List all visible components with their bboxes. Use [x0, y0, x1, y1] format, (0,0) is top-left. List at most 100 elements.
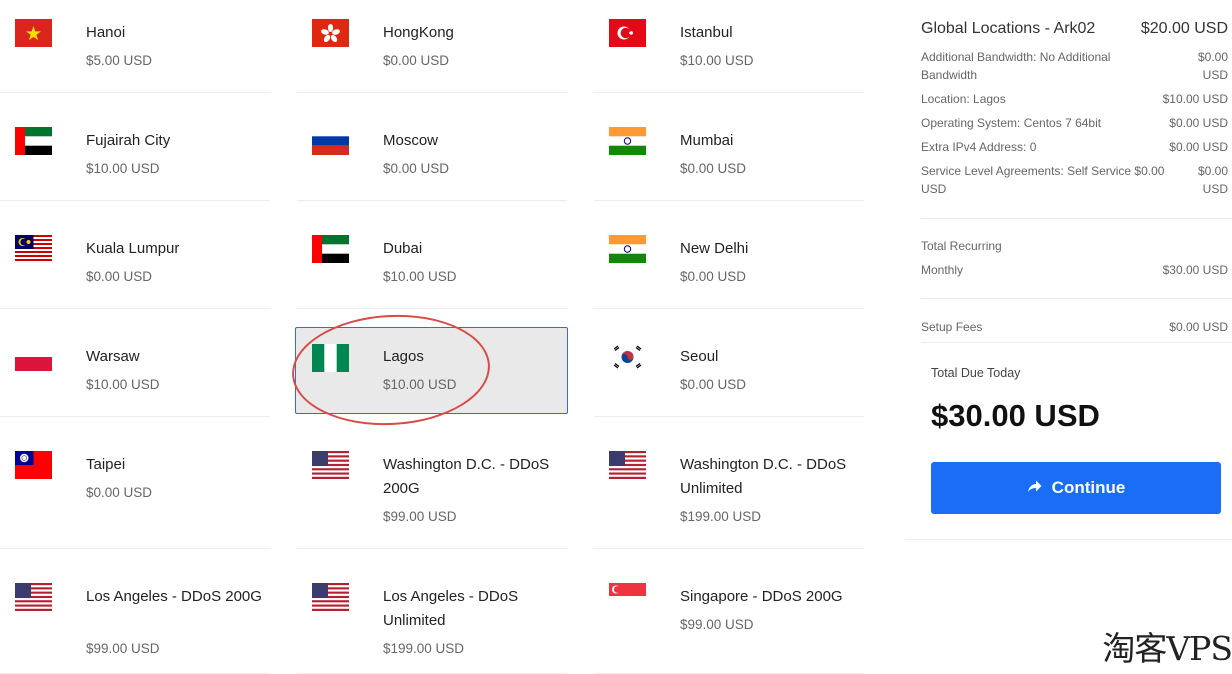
- divider: [921, 298, 1232, 299]
- location-price: $5.00 USD: [86, 53, 153, 68]
- location-card-new-delhi[interactable]: New Delhi $0.00 USD: [594, 216, 864, 309]
- location-name: Singapore - DDoS 200G: [680, 588, 843, 605]
- vietnam-flag-icon: [15, 19, 52, 47]
- location-name: Seoul: [680, 348, 719, 365]
- location-name: Mumbai: [680, 132, 734, 149]
- location-card-los-angeles-ddos-unlimited[interactable]: Los Angeles - DDoS Unlimited $199.00 USD: [297, 564, 567, 674]
- location-name: Istanbul: [680, 24, 733, 41]
- location-card-mumbai[interactable]: Mumbai $0.00 USD: [594, 108, 864, 201]
- location-card-hanoi[interactable]: Hanoi $5.00 USD: [0, 0, 270, 93]
- line-label: Operating System: Centos 7 64bit: [921, 116, 1102, 130]
- usa-flag-icon: [15, 583, 52, 611]
- line-amount: $0.00 USD: [1169, 116, 1228, 130]
- location-name: Warsaw: [86, 348, 140, 365]
- line-amount: $10.00 USD: [1162, 92, 1228, 106]
- singapore-flag-icon: [609, 583, 646, 599]
- line-label: Extra IPv4 Address: 0: [921, 140, 1037, 154]
- india-flag-icon: [609, 127, 646, 155]
- summary-line-bandwidth: Additional Bandwidth: No Additional Band…: [921, 48, 1228, 84]
- divider: [921, 218, 1232, 219]
- russia-flag-icon: [312, 127, 349, 155]
- usa-flag-icon: [312, 583, 349, 611]
- poland-flag-icon: [15, 343, 52, 371]
- location-price: $0.00 USD: [680, 269, 747, 284]
- location-card-moscow[interactable]: Moscow $0.00 USD: [297, 108, 567, 201]
- line-label: Service Level Agreements: Self Service $…: [921, 164, 1165, 196]
- location-price: $99.00 USD: [86, 641, 160, 656]
- divider: [906, 539, 1232, 540]
- arrow-right-icon: [1027, 478, 1042, 498]
- product-title: Global Locations - Ark02: [921, 20, 1096, 37]
- location-name: Kuala Lumpur: [86, 240, 180, 257]
- order-summary: Global Locations - Ark02 $20.00 USD Addi…: [906, 0, 1232, 540]
- hongkong-flag-icon: [312, 19, 349, 47]
- nigeria-flag-icon: [312, 344, 349, 372]
- location-price: $0.00 USD: [383, 161, 450, 176]
- location-name: Lagos: [383, 348, 424, 365]
- line-label: Location: Lagos: [921, 92, 1006, 106]
- location-name: Washington D.C. - DDoS Unlimited: [680, 456, 847, 497]
- location-card-taipei[interactable]: Taipei $0.00 USD: [0, 432, 270, 549]
- location-name: Dubai: [383, 240, 423, 257]
- location-card-warsaw[interactable]: Warsaw $10.00 USD: [0, 324, 270, 417]
- location-grid: Hanoi $5.00 USD HongKong $0.00 USD Istan…: [0, 0, 870, 674]
- location-price: $0.00 USD: [86, 485, 153, 500]
- location-name: New Delhi: [680, 240, 749, 257]
- watermark: 淘客VPS: [1102, 629, 1232, 668]
- summary-line-sla: Service Level Agreements: Self Service $…: [921, 162, 1228, 198]
- location-price: $0.00 USD: [680, 377, 747, 392]
- location-price: $10.00 USD: [86, 161, 160, 176]
- location-card-kuala-lumpur[interactable]: Kuala Lumpur $0.00 USD: [0, 216, 270, 309]
- india-flag-icon: [609, 235, 646, 263]
- line-label: Additional Bandwidth: No Additional Band…: [921, 50, 1111, 82]
- location-name: Los Angeles - DDoS 200G: [86, 588, 262, 605]
- recurring-amount: $30.00 USD: [1162, 263, 1228, 277]
- usa-flag-icon: [609, 451, 646, 479]
- location-price: $0.00 USD: [680, 161, 747, 176]
- location-card-seoul[interactable]: Seoul $0.00 USD: [594, 324, 864, 417]
- location-card-fujairah-city[interactable]: Fujairah City $10.00 USD: [0, 108, 270, 201]
- malaysia-flag-icon: [15, 235, 52, 263]
- location-card-los-angeles-ddos-200g[interactable]: Los Angeles - DDoS 200G $99.00 USD: [0, 564, 270, 674]
- product-base-price: $20.00 USD: [1140, 20, 1228, 37]
- setup-amount: $0.00 USD: [1169, 320, 1228, 334]
- location-price: $199.00 USD: [680, 509, 762, 524]
- total-due-amount: $30.00 USD: [931, 398, 1100, 433]
- location-price: $199.00 USD: [383, 641, 465, 656]
- location-card-istanbul[interactable]: Istanbul $10.00 USD: [594, 0, 864, 93]
- uae-flag-icon: [15, 127, 52, 155]
- location-price: $0.00 USD: [383, 53, 450, 68]
- location-card-washington-ddos-200g[interactable]: Washington D.C. - DDoS 200G $99.00 USD: [297, 432, 567, 549]
- location-price: $99.00 USD: [383, 509, 457, 524]
- taiwan-flag-icon: [15, 451, 52, 479]
- recurring-period: Monthly: [921, 263, 964, 277]
- line-amount: $0.00 USD: [1197, 50, 1228, 82]
- location-card-singapore-ddos-200g[interactable]: Singapore - DDoS 200G $99.00 USD: [594, 564, 864, 674]
- continue-button[interactable]: Continue: [931, 462, 1221, 514]
- recurring-title: Total Recurring: [921, 239, 1002, 253]
- location-card-washington-ddos-unlimited[interactable]: Washington D.C. - DDoS Unlimited $199.00…: [594, 432, 864, 549]
- location-price: $10.00 USD: [86, 377, 160, 392]
- location-price: $10.00 USD: [383, 269, 457, 284]
- turkey-flag-icon: [609, 19, 646, 47]
- location-name: Hanoi: [86, 24, 126, 41]
- location-card-dubai[interactable]: Dubai $10.00 USD: [297, 216, 567, 309]
- korea-flag-icon: [609, 343, 646, 371]
- setup-label: Setup Fees: [921, 320, 983, 334]
- location-name: Moscow: [383, 132, 439, 149]
- line-amount: $0.00 USD: [1169, 140, 1228, 154]
- location-name: Washington D.C. - DDoS 200G: [383, 456, 550, 497]
- location-price: $99.00 USD: [680, 617, 754, 632]
- location-card-hongkong[interactable]: HongKong $0.00 USD: [297, 0, 567, 93]
- continue-label: Continue: [1051, 478, 1126, 497]
- line-amount: $0.00 USD: [1197, 164, 1228, 196]
- location-card-lagos[interactable]: Lagos $10.00 USD: [295, 327, 568, 414]
- location-name: HongKong: [383, 24, 454, 41]
- location-price: $10.00 USD: [680, 53, 754, 68]
- location-name: Fujairah City: [86, 132, 171, 149]
- usa-flag-icon: [312, 451, 349, 479]
- location-price: $10.00 USD: [383, 377, 457, 392]
- divider: [921, 342, 1232, 343]
- location-name: Los Angeles - DDoS Unlimited: [383, 588, 519, 629]
- total-due-label: Total Due Today: [931, 366, 1021, 380]
